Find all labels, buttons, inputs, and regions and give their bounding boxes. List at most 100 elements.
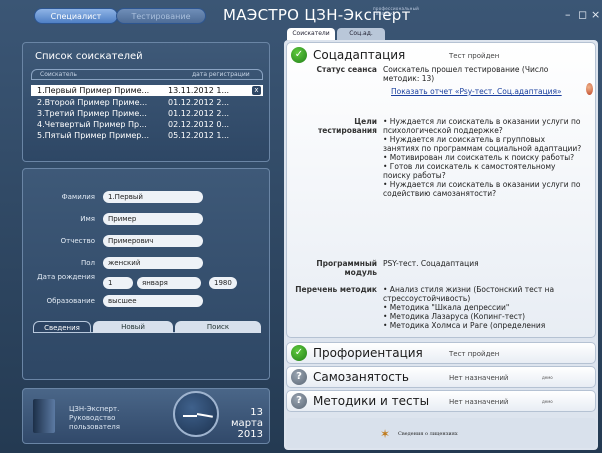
seekers-list-header: Соискатель дата регистрации bbox=[31, 69, 263, 80]
app-title: МАЭСТРО ЦЗН-Эксперт профессиональный комп… bbox=[223, 6, 420, 24]
seeker-row[interactable]: 3.Третий Пример Приме... 01.12.2012 2... bbox=[31, 108, 263, 119]
module-card-methods[interactable]: ? Методики и тесты Нет назначений демо bbox=[286, 390, 596, 412]
birth-year-field[interactable]: 1980 bbox=[209, 277, 237, 289]
seeker-name: 2.Второй Пример Приме... bbox=[37, 98, 148, 107]
module-status: Тест пройден bbox=[449, 52, 500, 60]
clock-icon bbox=[173, 391, 219, 437]
test-modules-panel: ✓ Соцадаптация Тест пройден Статус сеанс… bbox=[284, 40, 598, 450]
method-item: • Методика "Шкала депрессии" bbox=[383, 303, 510, 312]
license-link[interactable]: Сведения о лицензиях bbox=[398, 431, 458, 437]
close-button[interactable]: × bbox=[591, 8, 600, 21]
seeker-date: 01.12.2012 2... bbox=[168, 109, 230, 118]
module-card-socadaptation[interactable]: ✓ Соцадаптация Тест пройден Статус сеанс… bbox=[286, 42, 596, 338]
question-icon: ? bbox=[291, 393, 307, 409]
birth-label: Дата рождения bbox=[37, 273, 95, 281]
module-details: Статус сеанса Соискатель прошел тестиров… bbox=[289, 65, 589, 337]
current-date: 13 марта 2013 bbox=[223, 407, 263, 440]
tab-soc-ad[interactable]: Соц.ад. bbox=[337, 28, 385, 40]
goals-list: • Нуждается ли соискатель в оказании усл… bbox=[383, 117, 583, 198]
seeker-row[interactable]: 2.Второй Пример Приме... 01.12.2012 2... bbox=[31, 97, 263, 108]
surname-label: Фамилия bbox=[61, 193, 95, 201]
goal-item: • Нуждается ли соискатель в оказании усл… bbox=[383, 117, 581, 135]
patronymic-label: Отчество bbox=[60, 237, 95, 245]
method-item: • Методика Лазаруса (Копинг-тест) bbox=[383, 312, 526, 321]
demo-badge: демо bbox=[542, 375, 553, 380]
date-day: 13 марта bbox=[231, 407, 263, 429]
birth-month-field[interactable]: января bbox=[137, 277, 201, 289]
goal-item: • Готов ли соискатель к самостоятельному… bbox=[383, 162, 556, 180]
goals-label: Цели тестирования bbox=[317, 117, 377, 135]
module-label: Программный модуль bbox=[316, 259, 377, 277]
surname-field[interactable]: 1.Первый bbox=[103, 191, 203, 203]
seeker-date: 13.11.2012 1... bbox=[168, 86, 230, 95]
session-text: Соискатель прошел тестирование (Число ме… bbox=[383, 65, 549, 83]
module-title: Соцадаптация bbox=[313, 48, 406, 62]
col-reg-date[interactable]: дата регистрации bbox=[192, 70, 250, 80]
col-seeker[interactable]: Соискатель bbox=[40, 70, 77, 80]
methods-label: Перечень методик bbox=[295, 285, 377, 294]
seeker-row[interactable]: 5.Пятый Пример Пример... 05.12.2012 1... bbox=[31, 130, 263, 141]
module-text: PSY-тест. Соцадаптация bbox=[383, 259, 479, 268]
seeker-date: 05.12.2012 1... bbox=[168, 131, 230, 140]
seekers-panel: Список соискателей Соискатель дата регис… bbox=[22, 42, 270, 162]
module-card-career[interactable]: ✓ Профориентация Тест пройден bbox=[286, 342, 596, 364]
education-field[interactable]: высшее bbox=[103, 295, 203, 307]
seeker-name: 4.Четвертый Пример Пр... bbox=[37, 120, 147, 129]
check-icon: ✓ bbox=[291, 47, 307, 63]
report-link-wrap: Показать отчет «Psy-тест. Соц.адаптация» bbox=[383, 87, 583, 96]
footer-panel: ЦЗН-Эксперт. Руководство пользователя 13… bbox=[22, 388, 270, 444]
seekers-title: Список соискателей bbox=[35, 51, 143, 62]
maximize-button[interactable]: ◻ bbox=[578, 8, 587, 21]
seeker-row[interactable]: 4.Четвертый Пример Пр... 02.12.2012 0... bbox=[31, 119, 263, 130]
goal-item: • Нуждается ли соискатель в групповых за… bbox=[383, 135, 582, 153]
method-item: • Методика Холмса и Раге (определения bbox=[383, 321, 546, 330]
tab-seekers[interactable]: Соискатели bbox=[287, 28, 335, 40]
module-status: Тест пройден bbox=[449, 350, 500, 358]
education-label: Образование bbox=[46, 297, 95, 305]
seeker-form-panel: Фамилия 1.Первый Имя Пример Отчество При… bbox=[22, 168, 270, 380]
user-manual-link[interactable]: ЦЗН-Эксперт. Руководство пользователя bbox=[69, 405, 149, 432]
name-label: Имя bbox=[80, 215, 95, 223]
birth-day-field[interactable]: 1 bbox=[103, 277, 133, 289]
goal-item: • Мотивирован ли соискатель к поиску раб… bbox=[383, 153, 575, 162]
mode-specialist-button[interactable]: Специалист bbox=[34, 8, 118, 24]
license-bar: ✶ Сведения о лицензиях bbox=[286, 418, 596, 448]
tab-new[interactable]: Новый bbox=[93, 321, 173, 333]
book-icon[interactable] bbox=[33, 399, 55, 433]
module-status: Нет назначений bbox=[449, 374, 509, 382]
mode-testing-button[interactable]: Тестирование bbox=[116, 8, 206, 24]
tab-search[interactable]: Поиск bbox=[175, 321, 261, 333]
module-title: Профориентация bbox=[313, 346, 423, 360]
app-window: Специалист Тестирование МАЭСТРО ЦЗН-Эксп… bbox=[0, 0, 602, 453]
report-link[interactable]: Показать отчет «Psy-тест. Соц.адаптация» bbox=[391, 87, 562, 96]
check-icon: ✓ bbox=[291, 345, 307, 361]
scrollbar-thumb[interactable] bbox=[586, 83, 593, 95]
tab-info[interactable]: Сведения bbox=[33, 321, 91, 333]
module-title: Самозанятость bbox=[313, 370, 409, 384]
method-item: • Анализ стиля жизни (Бостонский тест на… bbox=[383, 285, 555, 303]
question-icon: ? bbox=[291, 369, 307, 385]
goal-item: • Нуждается ли соискатель в оказании усл… bbox=[383, 180, 581, 198]
patronymic-field[interactable]: Примерович bbox=[103, 235, 203, 247]
demo-badge: демо bbox=[542, 399, 553, 404]
module-title: Методики и тесты bbox=[313, 394, 430, 408]
minimize-button[interactable]: – bbox=[565, 8, 571, 21]
name-field[interactable]: Пример bbox=[103, 213, 203, 225]
module-card-selfemployment[interactable]: ? Самозанятость Нет назначений демо bbox=[286, 366, 596, 388]
date-year: 2013 bbox=[237, 429, 263, 440]
methods-list: • Анализ стиля жизни (Бостонский тест на… bbox=[383, 285, 583, 335]
module-status: Нет назначений bbox=[449, 398, 509, 406]
sex-label: Пол bbox=[80, 259, 95, 267]
seeker-name: 1.Первый Пример Приме... bbox=[37, 86, 150, 95]
form-tabs: Сведения Новый Поиск bbox=[33, 321, 261, 333]
seeker-name: 3.Третий Пример Приме... bbox=[37, 109, 147, 118]
license-icon: ✶ bbox=[380, 427, 391, 441]
app-subtitle: профессиональный комплекс bbox=[373, 6, 420, 16]
sex-field[interactable]: женский bbox=[103, 257, 203, 269]
remove-icon[interactable]: x bbox=[252, 86, 261, 95]
seeker-name: 5.Пятый Пример Пример... bbox=[37, 131, 150, 140]
seeker-date: 02.12.2012 0... bbox=[168, 120, 230, 129]
seeker-row[interactable]: 1.Первый Пример Приме... 13.11.2012 1... x bbox=[31, 85, 263, 96]
seeker-date: 01.12.2012 2... bbox=[168, 98, 230, 107]
session-label: Статус сеанса bbox=[316, 65, 378, 74]
